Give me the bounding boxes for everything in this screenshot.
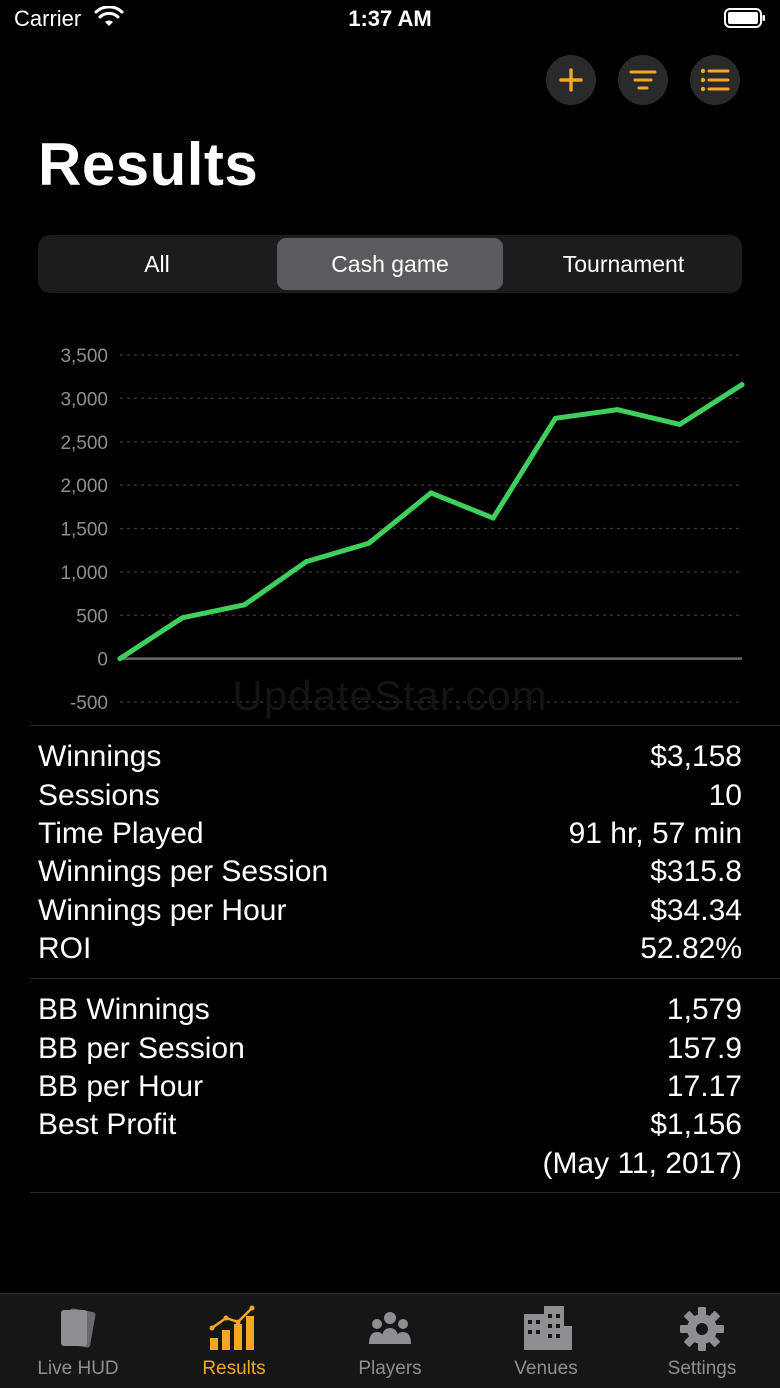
stat-row: Winnings $3,158: [38, 738, 742, 776]
page-title: Results: [38, 131, 259, 198]
data-point: [117, 656, 123, 662]
stats-primary: Winnings $3,158 Sessions 10 Time Played 91 hr…: [38, 738, 742, 968]
data-point: [739, 382, 745, 388]
stat-value: 157.9: [666, 1031, 742, 1065]
game-type-segmented-control: All Cash game Tournament: [38, 235, 742, 293]
stat-value: (May 11, 2017): [542, 1146, 742, 1180]
data-point: [304, 558, 310, 564]
data-point: [615, 407, 621, 413]
stat-row: BB per Hour 17.17: [38, 1068, 742, 1106]
tab-label: Venues: [514, 1358, 578, 1379]
plus-icon: [559, 68, 583, 92]
results-line-chart: 3,5003,0002,5002,0001,5001,0005000-500: [60, 346, 745, 714]
stat-value: 10: [708, 778, 742, 812]
data-point: [677, 421, 683, 427]
stat-label: Winnings per Hour: [38, 893, 287, 927]
stat-label: BB per Hour: [38, 1069, 204, 1103]
filter-button[interactable]: [618, 55, 668, 105]
y-tick-label: 0: [97, 650, 108, 671]
stat-row: Time Played 91 hr, 57 min: [38, 815, 742, 853]
stat-label: Winnings: [38, 740, 162, 774]
tab-label: Results: [202, 1358, 266, 1379]
bar-chart-icon: [209, 1305, 255, 1350]
tab-players[interactable]: Players: [312, 1294, 468, 1388]
y-tick-label: 3,000: [60, 389, 108, 410]
stat-value: $34.34: [650, 893, 742, 927]
stat-label: BB per Session: [38, 1031, 245, 1065]
stat-row: (May 11, 2017): [38, 1145, 742, 1183]
buildings-icon: [524, 1306, 572, 1350]
stats-bb: BB Winnings 1,579 BB per Session 157.9 BB pe…: [38, 991, 742, 1183]
tab-results[interactable]: Results: [156, 1294, 312, 1388]
stat-label: ROI: [38, 932, 92, 966]
watermark: UpdateStar.com: [232, 672, 548, 719]
divider: [30, 725, 780, 726]
tab-live-hud[interactable]: Live HUD: [0, 1294, 156, 1388]
tab-label: Live HUD: [37, 1358, 119, 1379]
filter-icon: [629, 70, 657, 90]
stat-value: $3,158: [650, 740, 742, 774]
stat-row: Winnings per Session $315.8: [38, 853, 742, 891]
data-point: [366, 540, 372, 546]
y-tick-label: 500: [76, 606, 108, 627]
stat-row: Best Profit $1,156: [38, 1106, 742, 1144]
list-icon: [700, 68, 730, 92]
stat-row: Winnings per Hour $34.34: [38, 892, 742, 930]
data-point: [428, 490, 434, 496]
segment-all[interactable]: All: [41, 238, 273, 290]
data-point: [552, 415, 558, 421]
y-tick-label: 3,500: [60, 346, 108, 367]
data-point: [490, 515, 496, 521]
divider: [30, 1192, 780, 1193]
tab-settings[interactable]: Settings: [624, 1294, 780, 1388]
stat-row: ROI 52.82%: [38, 930, 742, 968]
y-tick-label: 1,000: [60, 563, 108, 584]
stat-label: BB Winnings: [38, 993, 210, 1027]
stat-row: BB Winnings 1,579: [38, 991, 742, 1029]
stat-row: BB per Session 157.9: [38, 1029, 742, 1067]
y-tick-label: 2,500: [60, 433, 108, 454]
tab-label: Settings: [667, 1358, 737, 1379]
stat-value: $315.8: [650, 855, 742, 889]
stat-value: 1,579: [666, 993, 742, 1027]
stat-value: $1,156: [650, 1108, 742, 1142]
y-tick-label: 2,000: [60, 476, 108, 497]
header-actions: [546, 55, 740, 105]
tab-bar: Live HUD Results Players Venues Settings: [0, 1293, 780, 1388]
divider: [30, 978, 780, 979]
series-line: [117, 382, 745, 662]
tab-label: Players: [358, 1358, 422, 1379]
stat-value: 17.17: [666, 1069, 742, 1103]
stat-label: Sessions: [38, 778, 160, 812]
stat-label: Time Played: [38, 816, 204, 850]
add-button[interactable]: [546, 55, 596, 105]
segment-cash-game[interactable]: Cash game: [277, 238, 503, 290]
stat-label: Best Profit: [38, 1108, 177, 1142]
gear-icon: [680, 1307, 724, 1351]
tab-venues[interactable]: Venues: [468, 1294, 624, 1388]
data-point: [241, 602, 247, 608]
battery-icon: [724, 8, 765, 28]
clock: 1:37 AM: [348, 6, 432, 31]
stat-row: Sessions 10: [38, 776, 742, 814]
data-point: [179, 615, 185, 621]
stat-value: 52.82%: [640, 932, 742, 966]
cards-icon: [61, 1308, 96, 1348]
list-button[interactable]: [690, 55, 740, 105]
y-tick-label: 1,500: [60, 520, 108, 541]
people-icon: [369, 1312, 411, 1344]
stat-label: Winnings per Session: [38, 855, 329, 889]
stat-value: 91 hr, 57 min: [568, 816, 742, 850]
segment-tournament[interactable]: Tournament: [508, 238, 739, 290]
status-bar: Carrier 1:37 AM: [0, 0, 780, 44]
